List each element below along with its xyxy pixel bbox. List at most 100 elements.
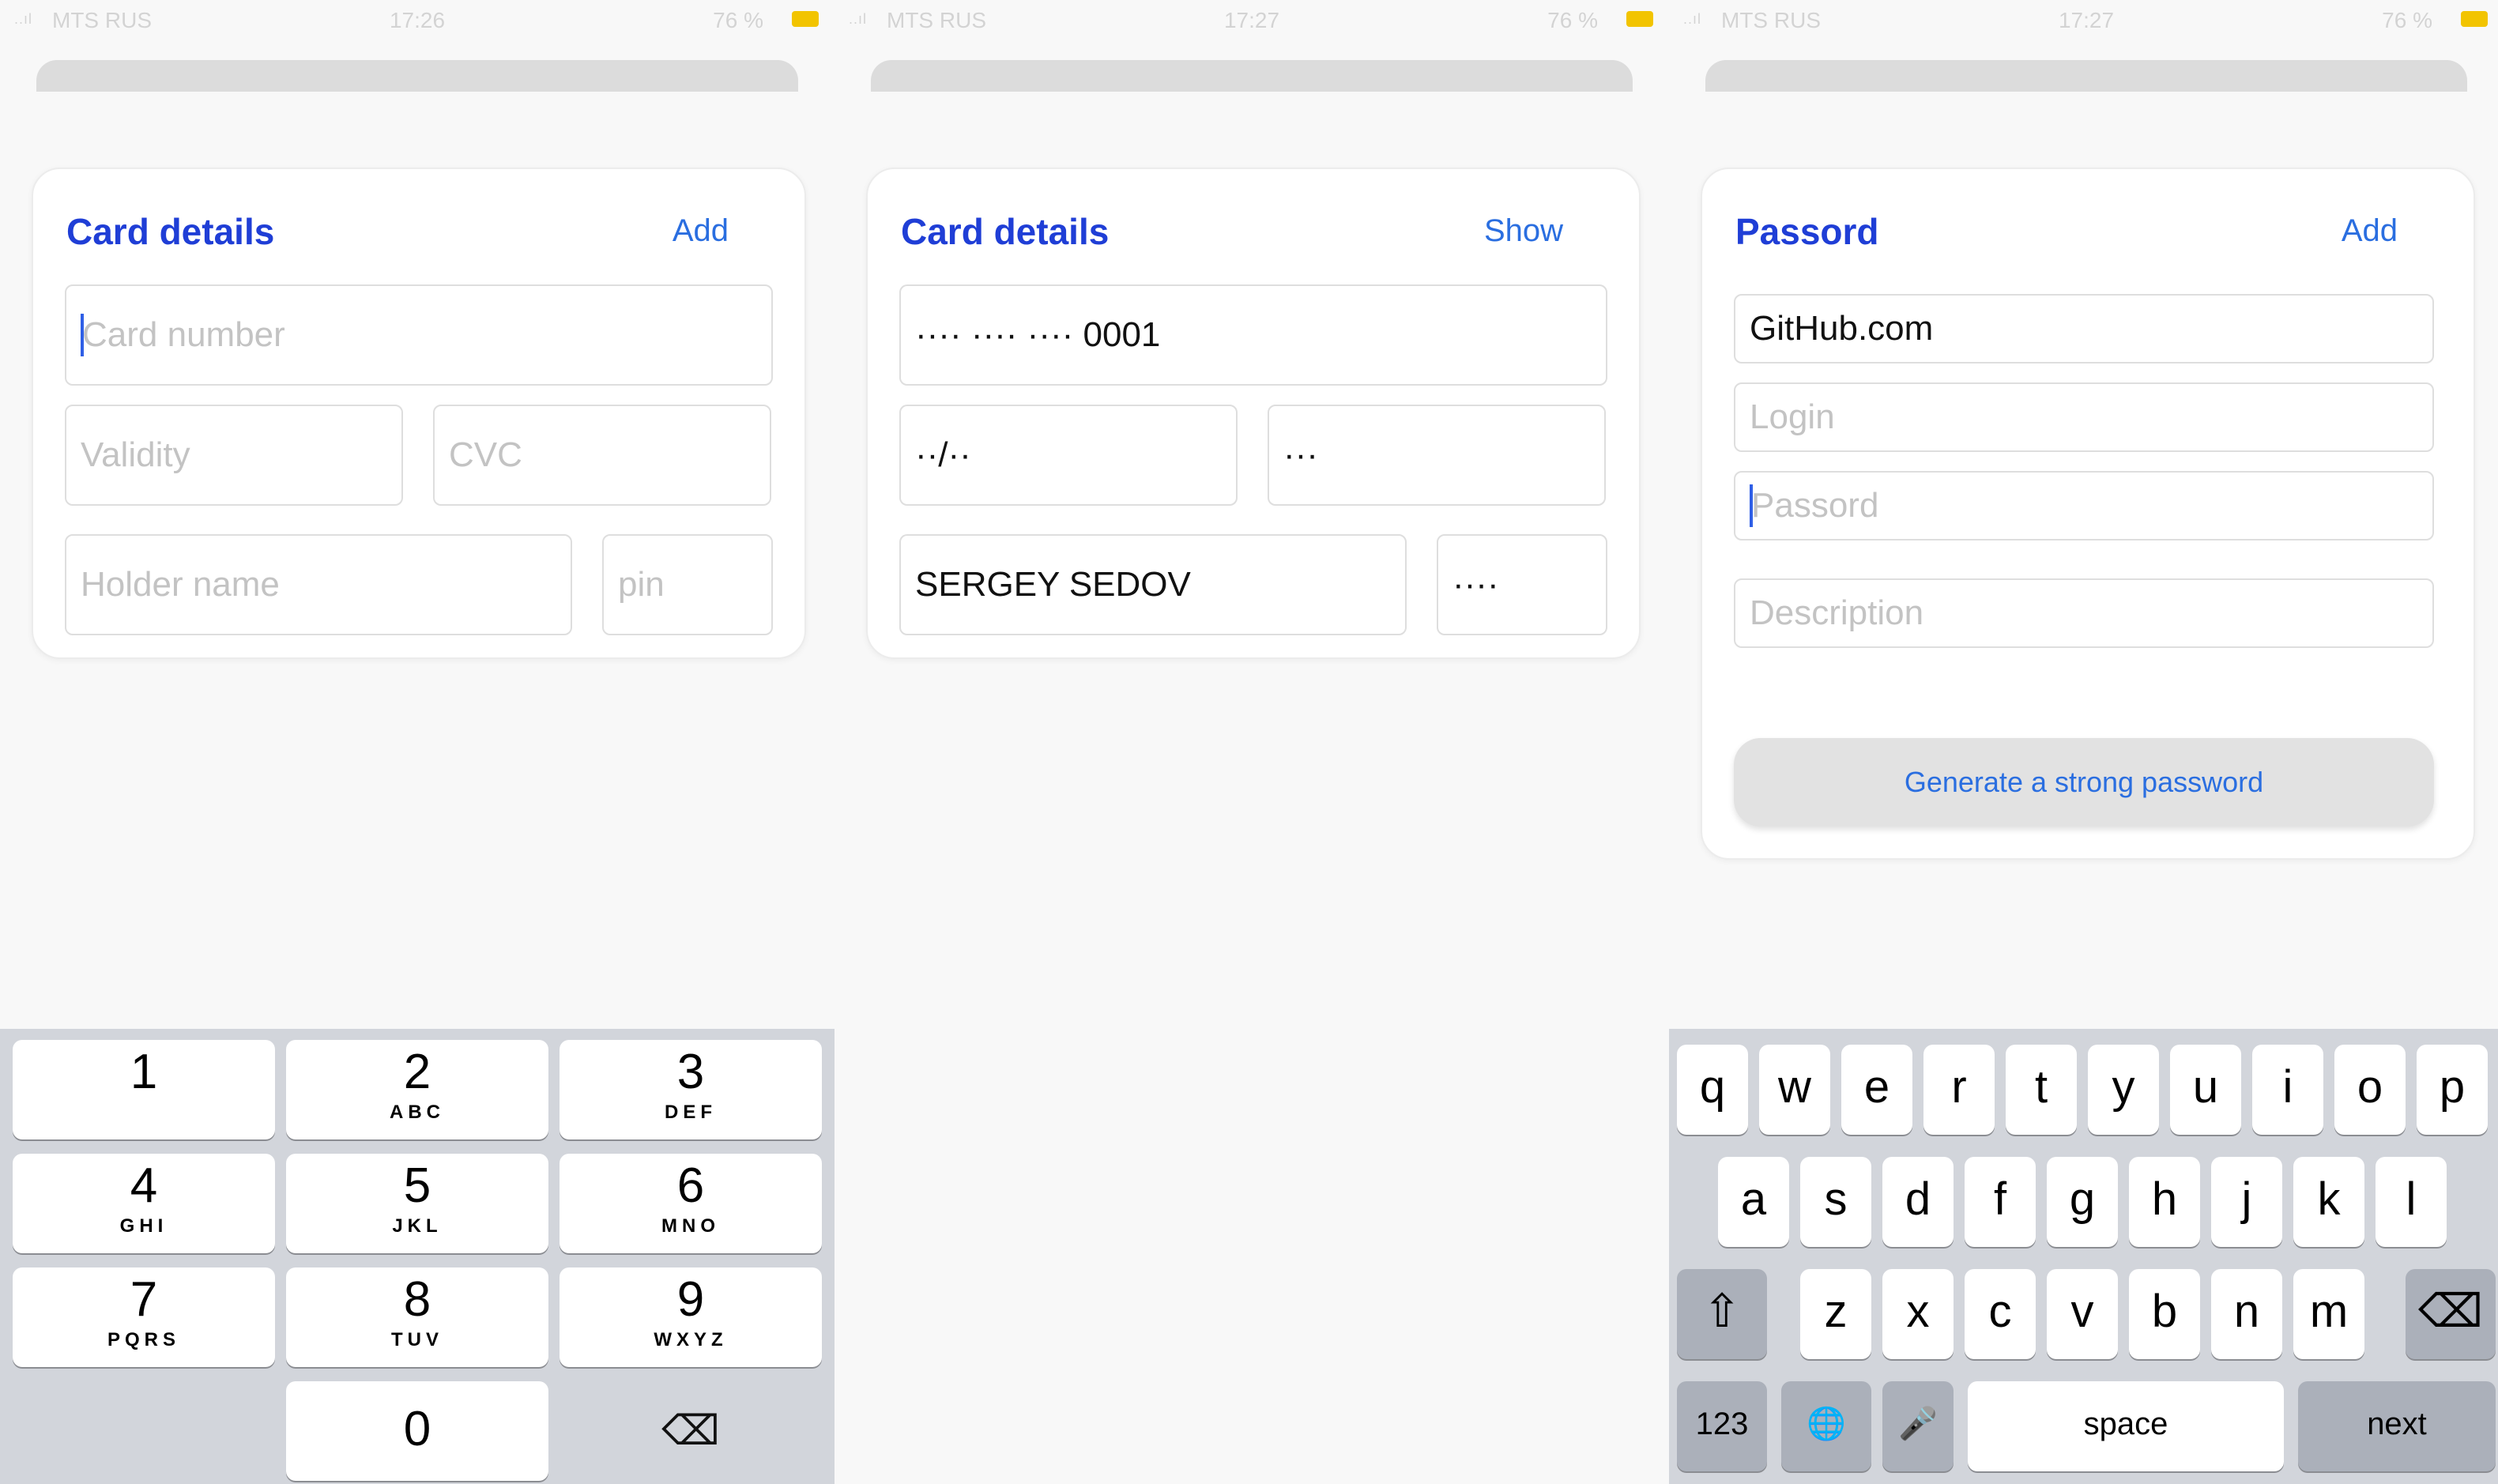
key-digit: 4 (130, 1158, 158, 1213)
key-letters: ABC (390, 1102, 445, 1123)
key-a[interactable]: a (1718, 1157, 1789, 1247)
holder-name-input[interactable]: Holder name (65, 534, 572, 635)
key-c[interactable]: c (1965, 1269, 2036, 1359)
next-key[interactable]: next (2298, 1381, 2496, 1471)
backspace-icon[interactable]: ⌫ (2406, 1269, 2496, 1359)
key-r[interactable]: r (1923, 1045, 1995, 1135)
card-details-card: Card details Add Card number Validity CV… (32, 168, 806, 659)
key-u[interactable]: u (2170, 1045, 2241, 1135)
key-j[interactable]: j (2211, 1157, 2282, 1247)
space-key[interactable]: space (1968, 1381, 2284, 1471)
key-z[interactable]: z (1800, 1269, 1871, 1359)
site-value: GitHub.com (1750, 309, 1934, 348)
add-button[interactable]: Add (673, 213, 729, 249)
key-q[interactable]: q (1677, 1045, 1748, 1135)
key-p[interactable]: p (2417, 1045, 2488, 1135)
key-digit: 1 (130, 1045, 158, 1099)
battery-wrap (1622, 0, 1669, 41)
generate-password-button[interactable]: Generate a strong password (1734, 738, 2434, 827)
key-h[interactable]: h (2129, 1157, 2200, 1247)
key-g[interactable]: g (2047, 1157, 2118, 1247)
key-v[interactable]: v (2047, 1269, 2118, 1359)
add-button[interactable]: Add (2342, 213, 2398, 249)
microphone-icon[interactable]: 🎤 (1882, 1381, 1954, 1471)
key-7[interactable]: 7 PQRS (13, 1267, 275, 1367)
shift-icon[interactable]: ⇧ (1677, 1269, 1767, 1359)
key-s[interactable]: s (1800, 1157, 1871, 1247)
key-letters: WXYZ (654, 1329, 728, 1350)
status-bar: ..ıl MTS RUS 17:26 76 % (0, 0, 835, 41)
password-input[interactable]: Passord (1734, 471, 2434, 540)
key-f[interactable]: f (1965, 1157, 2036, 1247)
key-0[interactable]: 0 (286, 1381, 548, 1481)
key-letters: JKL (392, 1215, 443, 1237)
card-show-screen: ..ıl MTS RUS 17:27 76 % Card details Sho… (835, 0, 1669, 1484)
battery-wrap (2456, 0, 2498, 41)
key-k[interactable]: k (2293, 1157, 2364, 1247)
battery-percent: 76 % (1547, 8, 1598, 32)
key-letters: PQRS (107, 1329, 180, 1350)
delete-icon[interactable]: ⌫ (560, 1381, 822, 1481)
key-x[interactable]: x (1882, 1269, 1954, 1359)
key-5[interactable]: 5 JKL (286, 1154, 548, 1253)
description-input[interactable]: Description (1734, 578, 2434, 648)
key-4[interactable]: 4 GHI (13, 1154, 275, 1253)
key-l[interactable]: l (2376, 1157, 2447, 1247)
status-bar: ..ıl MTS RUS 17:27 76 % (835, 0, 1669, 41)
card-number-input[interactable]: Card number (65, 284, 773, 386)
battery-icon (792, 11, 819, 27)
password-card: Passord Add GitHub.com Login Passord Des… (1701, 168, 2475, 860)
numeric-keypad: 1 2 ABC 3 DEF 4 GHI 5 JKL 6 MNO 7 PQRS 8 TUV 9W… (0, 1029, 835, 1484)
key-m[interactable]: m (2293, 1269, 2364, 1359)
key-digit: 3 (676, 1045, 705, 1099)
pin-field[interactable]: ···· (1437, 534, 1607, 635)
login-placeholder: Login (1750, 397, 1835, 436)
numbers-key[interactable]: 123 (1677, 1381, 1767, 1471)
key-b[interactable]: b (2129, 1269, 2200, 1359)
card-title: Card details (66, 211, 275, 252)
sheet-behind (1705, 60, 2467, 92)
key-6[interactable]: 6 MNO (560, 1154, 822, 1253)
status-bar: ..ıl MTS RUS 17:27 76 % (1669, 0, 2498, 41)
login-input[interactable]: Login (1734, 382, 2434, 452)
key-w[interactable]: w (1759, 1045, 1830, 1135)
password-placeholder: Passord (1751, 486, 1879, 525)
key-y[interactable]: y (2088, 1045, 2159, 1135)
key-digit: 6 (676, 1158, 705, 1213)
key-i[interactable]: i (2252, 1045, 2323, 1135)
battery-icon (2461, 11, 2488, 27)
validity-field[interactable]: ··/·· (899, 405, 1238, 506)
password-add-screen: ..ıl MTS RUS 17:27 76 % Passord Add GitH… (1669, 0, 2498, 1484)
key-d[interactable]: d (1882, 1157, 1954, 1247)
key-digit: 2 (403, 1045, 431, 1099)
show-button[interactable]: Show (1484, 213, 1563, 249)
cvc-placeholder: CVC (449, 435, 522, 474)
key-n[interactable]: n (2211, 1269, 2282, 1359)
key-digit: 9 (676, 1272, 705, 1327)
key-digit: 5 (403, 1158, 431, 1213)
card-number-placeholder: Card number (82, 315, 285, 354)
pin-placeholder: pin (618, 565, 665, 604)
key-9[interactable]: 9 WXYZ (560, 1267, 822, 1367)
holder-name-placeholder: Holder name (81, 565, 280, 604)
battery-wrap (787, 0, 835, 41)
cvc-field[interactable]: ··· (1268, 405, 1606, 506)
key-2[interactable]: 2 ABC (286, 1040, 548, 1139)
card-details-card: Card details Show ···· ···· ···· 0001 ··… (866, 168, 1641, 659)
globe-icon[interactable]: 🌐 (1781, 1381, 1871, 1471)
card-number-field[interactable]: ···· ···· ···· 0001 (899, 284, 1607, 386)
cvc-value: ··· (1283, 435, 1318, 474)
key-1[interactable]: 1 (13, 1040, 275, 1139)
pin-value: ···· (1452, 565, 1499, 604)
holder-name-field[interactable]: SERGEY SEDOV (899, 534, 1407, 635)
validity-input[interactable]: Validity (65, 405, 403, 506)
cvc-input[interactable]: CVC (433, 405, 771, 506)
site-input[interactable]: GitHub.com (1734, 294, 2434, 363)
key-e[interactable]: e (1841, 1045, 1912, 1135)
pin-input[interactable]: pin (602, 534, 773, 635)
key-t[interactable]: t (2006, 1045, 2077, 1135)
key-o[interactable]: o (2334, 1045, 2406, 1135)
clock: 17:27 (1223, 8, 1280, 32)
key-8[interactable]: 8 TUV (286, 1267, 548, 1367)
key-3[interactable]: 3 DEF (560, 1040, 822, 1139)
